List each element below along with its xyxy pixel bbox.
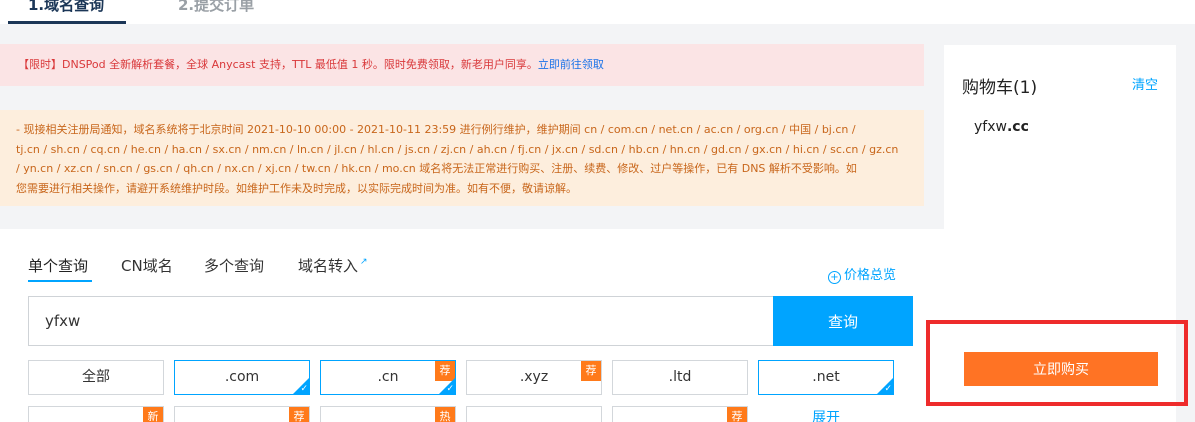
tab-domain-transfer[interactable]: 域名转入 ↗ <box>298 255 368 276</box>
order-steps: 1.域名查询 2.提交订单 <box>0 0 1195 24</box>
step-domain-query[interactable]: 1.域名查询 <box>28 0 104 15</box>
maintenance-notice: - 现接相关注册局通知，域名系统将于北京时间 2021-10-10 00:00 … <box>0 110 924 206</box>
price-overview-label: 价格总览 <box>844 268 897 283</box>
suffix-item[interactable]: 新 <box>28 406 164 422</box>
suffix-item[interactable]: 荐 <box>612 406 748 422</box>
step-submit-order[interactable]: 2.提交订单 <box>178 0 254 15</box>
suffix-label: .com <box>224 369 260 385</box>
suffix-ltd[interactable]: .ltd <box>612 360 748 395</box>
expand-link[interactable]: 展开 <box>758 406 878 422</box>
expand-link-label: 展开 <box>812 410 840 422</box>
suffix-label: .ltd <box>668 369 692 385</box>
suffix-label: .xyz <box>519 369 549 385</box>
recommend-badge: 荐 <box>435 361 455 381</box>
domain-search-input[interactable] <box>28 296 774 346</box>
suffix-label: .cn <box>377 369 399 385</box>
cart-clear-link[interactable]: 清空 <box>1132 74 1158 93</box>
active-step-underline <box>8 21 126 24</box>
suffix-item[interactable]: 荐 <box>174 406 310 422</box>
cart-item-suffix: .cc <box>1006 119 1029 135</box>
check-icon: ✓ <box>300 384 308 394</box>
promo-notice: 【限时】DNSPod 全新解析套餐，全球 Anycast 支持，TTL 最低值 … <box>0 44 924 86</box>
maintenance-notice-line: tj.cn / sh.cn / cq.cn / he.cn / ha.cn / … <box>16 142 899 156</box>
suffix-com[interactable]: .com ✓ <box>174 360 310 395</box>
active-tab-underline <box>28 280 92 282</box>
cart-item: yfxw.cc <box>974 119 1029 135</box>
tab-cn-domain[interactable]: CN域名 <box>121 255 173 276</box>
suffix-label: .net <box>812 369 840 385</box>
check-icon: ✓ <box>446 384 454 394</box>
external-link-icon: ↗ <box>360 257 368 267</box>
cart-title: 购物车(1) <box>962 78 1038 98</box>
search-button[interactable]: 查询 <box>773 296 913 346</box>
maintenance-notice-line: / yn.cn / xz.cn / sn.cn / gs.cn / qh.cn … <box>16 162 857 175</box>
maintenance-notice-line: - 现接相关注册局通知，域名系统将于北京时间 2021-10-10 00:00 … <box>16 123 856 136</box>
promo-notice-link[interactable]: 立即前往领取 <box>538 58 604 71</box>
hot-badge: 热 <box>435 407 455 422</box>
suffix-item[interactable]: 热 <box>320 406 456 422</box>
suffix-cn[interactable]: .cn 荐 ✓ <box>320 360 456 395</box>
plus-circle-icon: + <box>828 271 841 284</box>
recommend-badge: 荐 <box>289 407 309 422</box>
highlight-box <box>926 320 1188 406</box>
suffix-xyz[interactable]: .xyz 荐 <box>466 360 602 395</box>
promo-notice-text: 【限时】DNSPod 全新解析套餐，全球 Anycast 支持，TTL 最低值 … <box>18 58 538 71</box>
recommend-badge: 荐 <box>727 407 747 422</box>
tab-domain-transfer-label: 域名转入 <box>298 257 359 275</box>
price-overview-link[interactable]: + 价格总览 <box>828 264 896 284</box>
suffix-label: 全部 <box>82 369 110 385</box>
suffix-net[interactable]: .net ✓ <box>758 360 894 395</box>
new-badge: 新 <box>143 407 163 422</box>
cart-item-name: yfxw <box>974 119 1007 135</box>
suffix-item[interactable] <box>466 406 602 422</box>
recommend-badge: 荐 <box>581 361 601 381</box>
suffix-all[interactable]: 全部 <box>28 360 164 395</box>
maintenance-notice-line: 您需要进行相关操作，请避开系统维护时段。如维护工作未及时完成，以实际完成时间为准… <box>16 181 577 195</box>
domain-search-panel: 单个查询 CN域名 多个查询 域名转入↗ +价格总览 查询 全部 .com ✓ .… <box>0 229 944 422</box>
tab-multi-query[interactable]: 多个查询 <box>204 255 264 276</box>
check-icon: ✓ <box>884 384 892 394</box>
tab-single-query[interactable]: 单个查询 <box>28 255 88 276</box>
